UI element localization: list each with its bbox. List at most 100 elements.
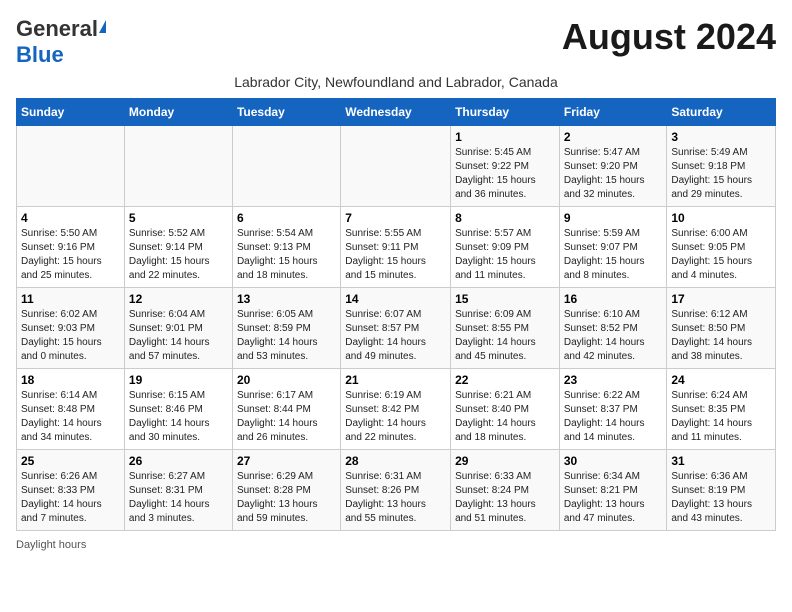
calendar-cell-2-1: 4 Sunrise: 5:50 AM Sunset: 9:16 PM Daylig…	[17, 207, 125, 288]
calendar-cell-3-1: 11Sunrise: 6:02 AM Sunset: 9:03 PM Dayli…	[17, 288, 125, 369]
day-number: 1	[455, 130, 555, 144]
calendar-week-4: 18Sunrise: 6:14 AM Sunset: 8:48 PM Dayli…	[17, 369, 776, 450]
day-info: Sunrise: 6:10 AM Sunset: 8:52 PM Dayligh…	[564, 308, 663, 364]
calendar-cell-4-5: 22 Sunrise: 6:21 AM Sunset: 8:40 PM Dayli…	[451, 369, 560, 450]
calendar-header-row: Sunday Monday Tuesday Wednesday Thursday…	[17, 99, 776, 126]
day-number: 15	[455, 292, 555, 306]
day-number: 23	[564, 373, 663, 387]
day-info: Sunrise: 6:05 AM Sunset: 8:59 PM Dayligh…	[237, 308, 336, 364]
day-number: 16	[564, 292, 663, 306]
calendar-cell-2-5: 8 Sunrise: 5:57 AM Sunset: 9:09 PM Daylig…	[451, 207, 560, 288]
day-info: Sunrise: 5:57 AM Sunset: 9:09 PM Dayligh…	[455, 227, 555, 283]
calendar-cell-3-5: 15 Sunrise: 6:09 AM Sunset: 8:55 PM Dayli…	[451, 288, 560, 369]
col-tuesday: Tuesday	[232, 99, 340, 126]
col-monday: Monday	[124, 99, 232, 126]
calendar-cell-3-4: 14Sunrise: 6:07 AM Sunset: 8:57 PM Dayli…	[341, 288, 451, 369]
day-info: Sunrise: 5:49 AM Sunset: 9:18 PM Dayligh…	[671, 146, 771, 202]
calendar-cell-5-6: 30Sunrise: 6:34 AM Sunset: 8:21 PM Dayli…	[559, 450, 667, 531]
calendar-cell-4-3: 20 Sunrise: 6:17 AM Sunset: 8:44 PM Dayli…	[232, 369, 340, 450]
calendar-cell-4-4: 21 Sunrise: 6:19 AM Sunset: 8:42 PM Dayli…	[341, 369, 451, 450]
day-info: Sunrise: 6:04 AM Sunset: 9:01 PM Dayligh…	[129, 308, 228, 364]
day-info: Sunrise: 6:00 AM Sunset: 9:05 PM Dayligh…	[671, 227, 771, 283]
calendar-cell-5-7: 31 Sunrise: 6:36 AM Sunset: 8:19 PM Dayli…	[667, 450, 776, 531]
calendar-cell-4-7: 24 Sunrise: 6:24 AM Sunset: 8:35 PM Dayli…	[667, 369, 776, 450]
day-number: 22	[455, 373, 555, 387]
day-info: Sunrise: 6:17 AM Sunset: 8:44 PM Dayligh…	[237, 389, 336, 445]
calendar-week-5: 25Sunrise: 6:26 AM Sunset: 8:33 PM Dayli…	[17, 450, 776, 531]
calendar-week-3: 11Sunrise: 6:02 AM Sunset: 9:03 PM Dayli…	[17, 288, 776, 369]
calendar-cell-4-6: 23 Sunrise: 6:22 AM Sunset: 8:37 PM Dayli…	[559, 369, 667, 450]
day-number: 2	[564, 130, 663, 144]
col-thursday: Thursday	[451, 99, 560, 126]
logo-triangle-icon	[99, 20, 106, 33]
day-info: Sunrise: 6:21 AM Sunset: 8:40 PM Dayligh…	[455, 389, 555, 445]
day-info: Sunrise: 5:55 AM Sunset: 9:11 PM Dayligh…	[345, 227, 446, 283]
day-number: 30	[564, 454, 663, 468]
day-number: 21	[345, 373, 446, 387]
day-number: 7	[345, 211, 446, 225]
day-number: 11	[21, 292, 120, 306]
day-info: Sunrise: 6:29 AM Sunset: 8:28 PM Dayligh…	[237, 470, 336, 526]
calendar-cell-3-2: 12 Sunrise: 6:04 AM Sunset: 9:01 PM Dayli…	[124, 288, 232, 369]
day-info: Sunrise: 6:22 AM Sunset: 8:37 PM Dayligh…	[564, 389, 663, 445]
day-number: 26	[129, 454, 228, 468]
day-number: 8	[455, 211, 555, 225]
day-number: 10	[671, 211, 771, 225]
day-number: 28	[345, 454, 446, 468]
calendar-cell-1-3	[232, 126, 340, 207]
col-friday: Friday	[559, 99, 667, 126]
calendar-cell-3-6: 16 Sunrise: 6:10 AM Sunset: 8:52 PM Dayli…	[559, 288, 667, 369]
calendar-cell-1-4	[341, 126, 451, 207]
day-number: 29	[455, 454, 555, 468]
calendar-cell-5-3: 27 Sunrise: 6:29 AM Sunset: 8:28 PM Dayli…	[232, 450, 340, 531]
day-info: Sunrise: 6:33 AM Sunset: 8:24 PM Dayligh…	[455, 470, 555, 526]
logo: General Blue	[16, 16, 106, 68]
day-info: Sunrise: 5:59 AM Sunset: 9:07 PM Dayligh…	[564, 227, 663, 283]
day-number: 4	[21, 211, 120, 225]
calendar-cell-2-4: 7 Sunrise: 5:55 AM Sunset: 9:11 PM Daylig…	[341, 207, 451, 288]
footer-note-text: Daylight hours	[16, 539, 86, 551]
footer-note: Daylight hours	[16, 539, 776, 551]
logo-general-text: General	[16, 16, 98, 42]
day-info: Sunrise: 6:15 AM Sunset: 8:46 PM Dayligh…	[129, 389, 228, 445]
day-number: 20	[237, 373, 336, 387]
calendar-cell-5-4: 28Sunrise: 6:31 AM Sunset: 8:26 PM Dayli…	[341, 450, 451, 531]
day-info: Sunrise: 5:52 AM Sunset: 9:14 PM Dayligh…	[129, 227, 228, 283]
day-info: Sunrise: 5:54 AM Sunset: 9:13 PM Dayligh…	[237, 227, 336, 283]
calendar-table: Sunday Monday Tuesday Wednesday Thursday…	[16, 98, 776, 531]
day-info: Sunrise: 5:45 AM Sunset: 9:22 PM Dayligh…	[455, 146, 555, 202]
header: General Blue August 2024	[16, 16, 776, 68]
calendar-cell-3-3: 13 Sunrise: 6:05 AM Sunset: 8:59 PM Dayli…	[232, 288, 340, 369]
calendar-cell-4-1: 18Sunrise: 6:14 AM Sunset: 8:48 PM Dayli…	[17, 369, 125, 450]
day-number: 31	[671, 454, 771, 468]
day-number: 17	[671, 292, 771, 306]
day-info: Sunrise: 5:50 AM Sunset: 9:16 PM Dayligh…	[21, 227, 120, 283]
day-info: Sunrise: 6:24 AM Sunset: 8:35 PM Dayligh…	[671, 389, 771, 445]
calendar-cell-5-1: 25Sunrise: 6:26 AM Sunset: 8:33 PM Dayli…	[17, 450, 125, 531]
calendar-cell-5-2: 26 Sunrise: 6:27 AM Sunset: 8:31 PM Dayli…	[124, 450, 232, 531]
calendar-cell-2-3: 6Sunrise: 5:54 AM Sunset: 9:13 PM Daylig…	[232, 207, 340, 288]
col-sunday: Sunday	[17, 99, 125, 126]
calendar-cell-2-7: 10 Sunrise: 6:00 AM Sunset: 9:05 PM Dayli…	[667, 207, 776, 288]
day-number: 13	[237, 292, 336, 306]
day-number: 24	[671, 373, 771, 387]
calendar-week-1: 1 Sunrise: 5:45 AM Sunset: 9:22 PM Daylig…	[17, 126, 776, 207]
day-info: Sunrise: 6:07 AM Sunset: 8:57 PM Dayligh…	[345, 308, 446, 364]
day-number: 27	[237, 454, 336, 468]
day-info: Sunrise: 6:09 AM Sunset: 8:55 PM Dayligh…	[455, 308, 555, 364]
page-container: General Blue August 2024 Labrador City, …	[16, 16, 776, 551]
day-info: Sunrise: 6:27 AM Sunset: 8:31 PM Dayligh…	[129, 470, 228, 526]
day-info: Sunrise: 6:19 AM Sunset: 8:42 PM Dayligh…	[345, 389, 446, 445]
day-number: 3	[671, 130, 771, 144]
day-info: Sunrise: 6:26 AM Sunset: 8:33 PM Dayligh…	[21, 470, 120, 526]
calendar-cell-4-2: 19Sunrise: 6:15 AM Sunset: 8:46 PM Dayli…	[124, 369, 232, 450]
day-info: Sunrise: 6:36 AM Sunset: 8:19 PM Dayligh…	[671, 470, 771, 526]
logo-blue-text: Blue	[16, 42, 64, 68]
calendar-subtitle: Labrador City, Newfoundland and Labrador…	[16, 74, 776, 90]
month-title: August 2024	[562, 16, 776, 58]
day-number: 5	[129, 211, 228, 225]
day-info: Sunrise: 5:47 AM Sunset: 9:20 PM Dayligh…	[564, 146, 663, 202]
calendar-cell-1-2	[124, 126, 232, 207]
calendar-cell-2-6: 9Sunrise: 5:59 AM Sunset: 9:07 PM Daylig…	[559, 207, 667, 288]
day-number: 12	[129, 292, 228, 306]
